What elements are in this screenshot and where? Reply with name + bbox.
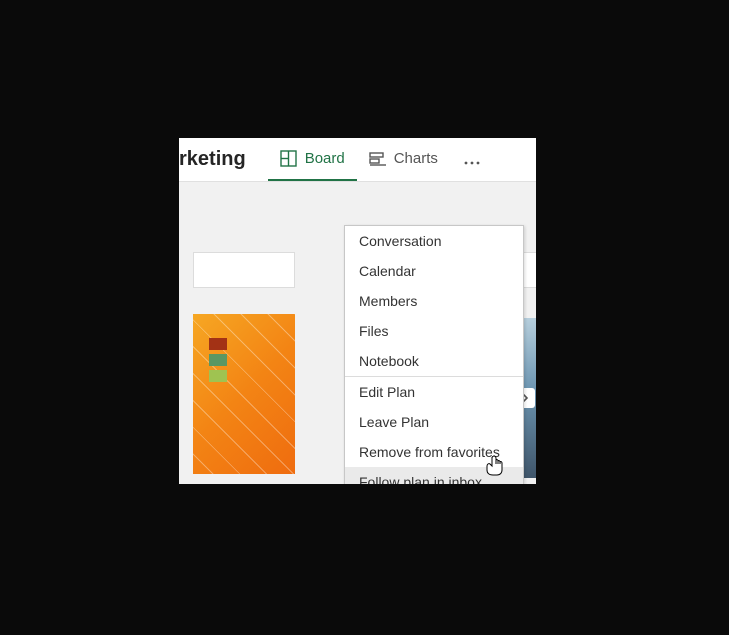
more-menu: Conversation Calendar Members Files Note… xyxy=(344,225,524,484)
menu-item-calendar[interactable]: Calendar xyxy=(345,256,523,286)
menu-item-edit-plan[interactable]: Edit Plan xyxy=(345,377,523,407)
menu-item-members[interactable]: Members xyxy=(345,286,523,316)
header: rketing Board Charts xyxy=(179,138,536,182)
menu-item-conversation[interactable]: Conversation xyxy=(345,226,523,256)
ellipsis-icon xyxy=(464,149,480,170)
menu-item-remove-favorites[interactable]: Remove from favorites xyxy=(345,437,523,467)
menu-item-files[interactable]: Files xyxy=(345,316,523,346)
menu-item-leave-plan[interactable]: Leave Plan xyxy=(345,407,523,437)
tab-charts[interactable]: Charts xyxy=(357,138,450,181)
card-swatch xyxy=(209,370,227,382)
task-card-orange[interactable] xyxy=(193,314,295,474)
planner-window: rketing Board Charts xyxy=(179,138,536,484)
content-area: Conversation Calendar Members Files Note… xyxy=(179,182,536,484)
bucket-card[interactable] xyxy=(193,252,295,288)
card-swatch xyxy=(209,354,227,366)
plan-title: rketing xyxy=(179,148,246,171)
menu-item-follow-inbox[interactable]: Follow plan in inbox xyxy=(345,467,523,484)
board-icon xyxy=(280,150,297,167)
tab-label: Charts xyxy=(394,150,438,167)
tab-board[interactable]: Board xyxy=(268,138,357,181)
charts-icon xyxy=(369,151,386,166)
more-button[interactable] xyxy=(450,138,494,181)
menu-item-notebook[interactable]: Notebook xyxy=(345,346,523,376)
tab-label: Board xyxy=(305,150,345,167)
card-swatch xyxy=(209,338,227,350)
